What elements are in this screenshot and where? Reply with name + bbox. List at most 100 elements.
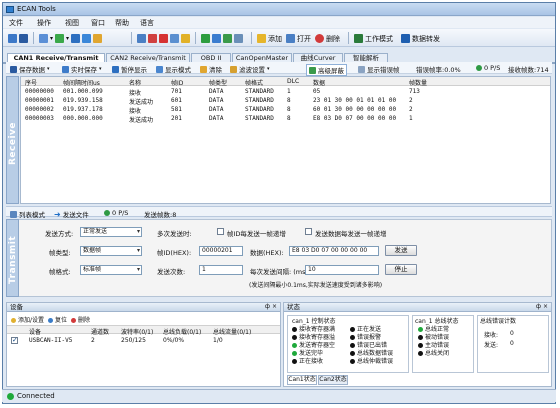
table-row[interactable]: 00000002 019.937.178 接收 581 DATA STANDAR… <box>21 105 550 115</box>
connection-status: Connected <box>17 392 55 400</box>
send-button[interactable]: 发送 <box>385 245 417 256</box>
show-error-frame-toggle[interactable]: 显示错误帧 <box>358 64 400 74</box>
menu-operation[interactable]: 操作 <box>37 18 51 28</box>
link-icon[interactable] <box>223 34 232 43</box>
mask-icon <box>309 66 316 74</box>
col-dlc: DLC <box>287 78 300 85</box>
loop-icon[interactable] <box>212 34 221 43</box>
transmit-side-label: Transmit <box>6 219 19 297</box>
display-icon <box>156 65 163 73</box>
error-frame-icon <box>358 65 365 73</box>
work-mode-button[interactable]: 工作模式 <box>354 33 393 44</box>
menu-view[interactable]: 视图 <box>65 18 79 28</box>
receive-toolbar: 保存数据 ▾ 实时保存 ▾ 暂停显示 显示模式 清除 滤波设置 ▾ 高级屏蔽 显示错误… <box>6 62 552 76</box>
id-increment-label: 帧ID每发送一帧递增 <box>227 230 286 238</box>
realtime-icon <box>62 65 69 73</box>
filter-icon <box>230 65 237 73</box>
device-panel: 设备 ф × 添加/设置 复位 删除 设备 通道数 波特率(0/1) 总线负载(… <box>6 302 281 387</box>
device-table-header: 设备 通道数 波特率(0/1) 总线负载(0/1) 总线流量(0/1) <box>7 325 280 336</box>
frame-rate: 0 P/S <box>476 64 500 72</box>
app-icon <box>6 6 14 13</box>
table-row[interactable]: 00000003 000.000.000 发送成功 201 DATA STAND… <box>21 114 550 124</box>
new-icon[interactable] <box>8 34 17 43</box>
menu-file[interactable]: 文件 <box>9 18 23 28</box>
add-button[interactable]: 添加 <box>257 33 282 44</box>
transmit-panel: 发送方式: 正常发送 多次发送时: 帧ID每发送一帧递增 发送数据每发送一帧递增… <box>6 219 552 297</box>
interval-input[interactable]: 10 <box>305 265 379 275</box>
start-icon[interactable] <box>55 34 65 43</box>
menu-bar: 文件 操作 视图 窗口 帮助 语言 <box>3 17 555 28</box>
open-button[interactable]: 打开 <box>286 33 311 44</box>
rx-error-value: 0 <box>510 330 514 337</box>
data-input[interactable]: E8 03 D0 07 00 00 00 00 <box>289 246 379 256</box>
status-dot-icon <box>476 65 482 71</box>
data-increment-checkbox[interactable] <box>305 228 312 235</box>
list-icon <box>10 210 17 218</box>
send-file-button[interactable]: ➜ 发送文件 <box>54 209 89 220</box>
device-add-button[interactable]: 添加/设置 <box>11 315 44 324</box>
pause-icon <box>112 65 119 73</box>
tx-error-label: 发送: <box>484 342 499 349</box>
table-row[interactable]: ✓ USBCAN-II-V5 2 250/125 0%/0% 1/0 <box>7 336 280 345</box>
table-row[interactable]: 00000000 001.000.099 接收 701 DATA STANDAR… <box>21 87 550 97</box>
send-method-select[interactable]: 正常发送 <box>80 227 142 237</box>
frame-type-select[interactable]: 数据帧 <box>80 246 142 256</box>
refresh-icon[interactable] <box>82 34 92 43</box>
id-increment-checkbox[interactable] <box>217 228 224 235</box>
menu-language[interactable]: 语言 <box>140 18 154 28</box>
table-row[interactable]: 00000001 019.939.158 发送成功 601 DATA STAND… <box>21 96 550 106</box>
copy-icon[interactable] <box>137 34 146 43</box>
device-reset-button[interactable]: 复位 <box>48 315 67 324</box>
clear-icon[interactable] <box>93 34 103 43</box>
status-bar: Connected <box>2 389 556 402</box>
clear-icon <box>200 65 207 73</box>
realtime-save-button[interactable]: 实时保存 ▾ <box>62 64 102 74</box>
send-count-input[interactable]: 1 <box>199 265 243 275</box>
forward-icon <box>401 34 410 43</box>
clear-button[interactable]: 清除 <box>200 64 222 74</box>
frame-id-label: 帧ID(HEX): <box>157 249 192 257</box>
close-icon[interactable] <box>159 34 168 43</box>
frame-format-select[interactable]: 标准帧 <box>80 265 142 275</box>
tool-icon[interactable] <box>181 34 190 43</box>
status-dot-icon <box>104 210 110 216</box>
save-icon[interactable] <box>19 34 28 43</box>
tx-rate: 0 P/S <box>104 209 128 217</box>
pause-display-button[interactable]: 暂停显示 <box>112 64 147 74</box>
receive-table[interactable]: 序号 帧间隔时间us 名称 帧ID 帧类型 帧格式 DLC 数据 帧数量 000… <box>20 76 551 204</box>
frame-type-label: 帧类型: <box>49 249 71 257</box>
tab-can1-status[interactable]: Can1状态 <box>287 375 317 385</box>
display-mode-button[interactable]: 显示模式 <box>156 64 191 74</box>
stop-button[interactable]: 停止 <box>385 264 417 275</box>
connect-icon[interactable] <box>201 34 210 43</box>
device-icon[interactable] <box>39 34 48 43</box>
list-mode-button[interactable]: 列表模式 <box>10 209 45 219</box>
forward-button[interactable]: 数据转发 <box>401 33 440 44</box>
save-data-button[interactable]: 保存数据 ▾ <box>10 64 50 74</box>
status-item: 总线仲裁错误 <box>350 356 393 365</box>
delete-button[interactable]: 删除 <box>315 33 340 44</box>
menu-window[interactable]: 窗口 <box>91 18 105 28</box>
filter-settings-button[interactable]: 滤波设置 ▾ <box>230 64 270 74</box>
pause-icon[interactable] <box>71 34 81 43</box>
window-title: ECAN Tools <box>17 5 56 13</box>
menu-help[interactable]: 帮助 <box>115 18 129 28</box>
param-icon[interactable] <box>234 34 243 43</box>
device-delete-button[interactable]: 删除 <box>71 315 90 324</box>
close-icon[interactable]: ф × <box>265 303 277 311</box>
col-frame-type: 帧类型 <box>209 80 228 87</box>
undo-icon[interactable] <box>170 34 179 43</box>
receive-side-label: Receive <box>6 76 19 204</box>
device-checkbox[interactable]: ✓ <box>11 336 18 344</box>
multi-send-label: 多次发送时: <box>157 230 192 238</box>
main-toolbar: ▾ ▾ 添加 打开 删除 工作模式 数据转发 <box>3 29 555 47</box>
close-icon[interactable]: ф × <box>536 303 548 311</box>
rx-frame-count: 接收帧数:714 <box>508 66 549 74</box>
col-frame-format: 帧格式 <box>245 80 264 87</box>
cut-icon[interactable] <box>148 34 157 43</box>
reset-icon <box>48 318 54 323</box>
frame-id-input[interactable]: 00000201 <box>199 246 243 256</box>
advanced-mask-button[interactable]: 高级屏蔽 <box>306 64 347 76</box>
table-header: 序号 帧间隔时间us 名称 帧ID 帧类型 帧格式 DLC 数据 帧数量 <box>21 77 550 87</box>
tab-can2-status[interactable]: Can2状态 <box>318 375 348 385</box>
